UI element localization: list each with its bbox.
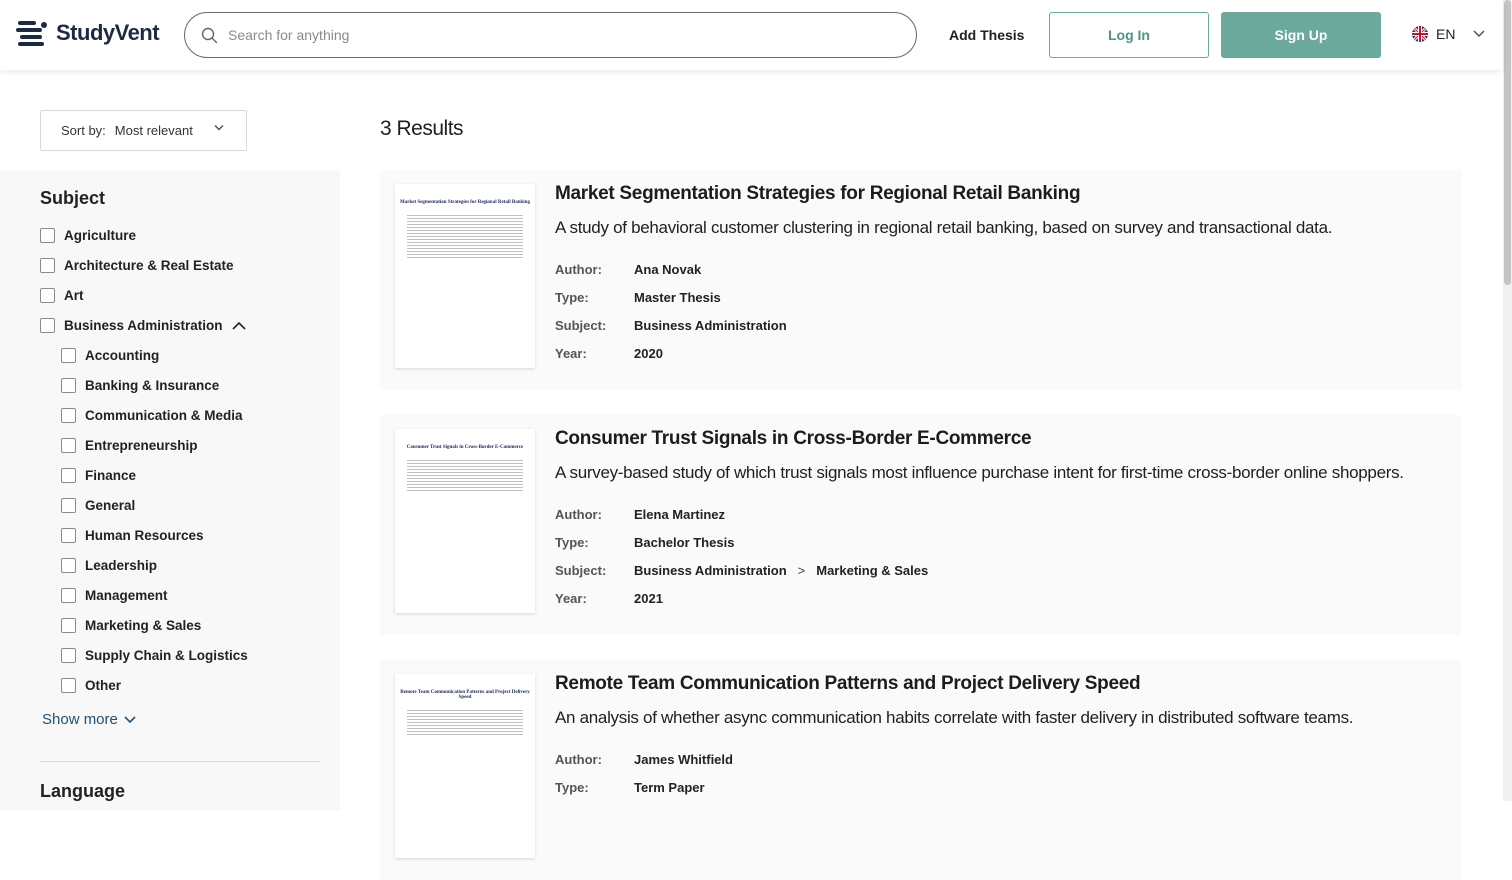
thesis-thumbnail[interactable]: Remote Team Communication Patterns and P… — [395, 674, 535, 858]
subcategory-option[interactable]: General — [61, 498, 135, 513]
subcategory-option[interactable]: Banking & Insurance — [61, 378, 219, 393]
type-row: Type: Master Thesis — [555, 290, 721, 305]
results-count: 3 Results — [380, 117, 464, 140]
thumbnail-title: Remote Team Communication Patterns and P… — [400, 690, 530, 700]
sort-label: Sort by: — [61, 123, 106, 138]
subcategory-option[interactable]: Management — [61, 588, 168, 603]
type-row: Type: Bachelor Thesis — [555, 535, 735, 550]
subcategory-option[interactable]: Leadership — [61, 558, 157, 573]
subject-option[interactable]: Art — [40, 288, 84, 303]
filter-panel: Subject Agriculture Architecture & Real … — [0, 170, 340, 810]
checkbox[interactable] — [61, 588, 76, 603]
result-card[interactable]: Remote Team Communication Patterns and P… — [380, 660, 1461, 880]
language-filter-title: Language — [40, 781, 126, 801]
subcategory-option[interactable]: Human Resources — [61, 528, 204, 543]
result-description: An analysis of whether async communicati… — [555, 708, 1354, 727]
brand-name: StudyVent — [56, 20, 160, 45]
logo-icon — [16, 21, 47, 46]
result-title[interactable]: Remote Team Communication Patterns and P… — [555, 673, 1141, 695]
result-description: A survey-based study of which trust sign… — [555, 463, 1404, 482]
subject-row: Subject: Business Administration > Marketin… — [555, 563, 929, 578]
year-row: Year: 2021 — [555, 591, 663, 606]
subcategory-option[interactable]: Entrepreneurship — [61, 438, 198, 453]
checkbox[interactable] — [40, 288, 55, 303]
show-more-link[interactable]: Show more — [42, 711, 136, 728]
subject-option[interactable]: Architecture & Real Estate — [40, 258, 234, 273]
search-bar[interactable] — [184, 12, 917, 58]
checkbox[interactable] — [61, 438, 76, 453]
sort-dropdown[interactable]: Sort by: Most relevant — [40, 110, 247, 151]
author-row: Author: Elena Martinez — [555, 507, 726, 522]
divider — [40, 761, 320, 762]
chevron-up-icon[interactable] — [231, 321, 246, 330]
checkbox[interactable] — [61, 408, 76, 423]
checkbox[interactable] — [40, 228, 55, 243]
type-row: Type: Term Paper — [555, 780, 705, 795]
result-title[interactable]: Market Segmentation Strategies for Regio… — [555, 183, 1081, 205]
author-row: Author: Ana Novak — [555, 262, 702, 277]
language-code: EN — [1436, 26, 1456, 42]
chevron-down-icon — [124, 715, 136, 723]
search-icon — [201, 27, 218, 43]
author-row: Author: James Whitfield — [555, 752, 733, 767]
search-input[interactable] — [228, 27, 868, 43]
checkbox[interactable] — [61, 468, 76, 483]
uk-flag-icon — [1412, 26, 1428, 42]
thumbnail-title: Market Segmentation Strategies for Regio… — [400, 200, 530, 205]
checkbox[interactable] — [61, 618, 76, 633]
scrollbar-thumb[interactable] — [1504, 0, 1511, 285]
thumbnail-title: Consumer Trust Signals in Cross-Border E… — [406, 445, 524, 450]
checkbox[interactable] — [61, 348, 76, 363]
subject-option[interactable]: Agriculture — [40, 228, 136, 243]
subject-option[interactable]: Business Administration — [40, 318, 246, 333]
login-button[interactable]: Log In — [1049, 12, 1209, 58]
checkbox[interactable] — [61, 648, 76, 663]
result-card[interactable]: Market Segmentation Strategies for Regio… — [380, 170, 1461, 390]
result-card[interactable]: Consumer Trust Signals in Cross-Border E… — [380, 415, 1461, 635]
subcategory-option[interactable]: Finance — [61, 468, 136, 483]
signup-button[interactable]: Sign Up — [1221, 12, 1381, 58]
checkbox[interactable] — [61, 558, 76, 573]
thesis-thumbnail[interactable]: Market Segmentation Strategies for Regio… — [395, 184, 535, 368]
checkbox[interactable] — [61, 528, 76, 543]
subcategory-option[interactable]: Marketing & Sales — [61, 618, 201, 633]
thesis-thumbnail[interactable]: Consumer Trust Signals in Cross-Border E… — [395, 429, 535, 613]
checkbox[interactable] — [61, 678, 76, 693]
result-title[interactable]: Consumer Trust Signals in Cross-Border E… — [555, 428, 1032, 450]
language-selector[interactable]: EN — [1412, 26, 1485, 42]
sort-value: Most relevant — [114, 123, 193, 138]
subcategory-option[interactable]: Other — [61, 678, 121, 693]
subject-filter-title: Subject — [40, 188, 106, 208]
year-row: Year: 2020 — [555, 346, 663, 361]
subcategory-option[interactable]: Communication & Media — [61, 408, 243, 423]
page-scrollbar[interactable] — [1503, 0, 1512, 801]
top-header: StudyVent Add Thesis Log In Sign Up EN — [0, 0, 1503, 70]
chevron-down-icon — [1473, 30, 1485, 38]
checkbox[interactable] — [61, 378, 76, 393]
add-thesis-link[interactable]: Add Thesis — [949, 27, 1024, 43]
checkbox[interactable] — [61, 498, 76, 513]
subcategory-option[interactable]: Accounting — [61, 348, 159, 363]
subcategory-option[interactable]: Supply Chain & Logistics — [61, 648, 248, 663]
result-description: A study of behavioral customer clusterin… — [555, 218, 1333, 237]
subject-row: Subject: Business Administration — [555, 318, 787, 333]
chevron-down-icon — [214, 124, 224, 131]
checkbox[interactable] — [40, 318, 55, 333]
brand-logo[interactable]: StudyVent — [16, 18, 160, 48]
checkbox[interactable] — [40, 258, 55, 273]
